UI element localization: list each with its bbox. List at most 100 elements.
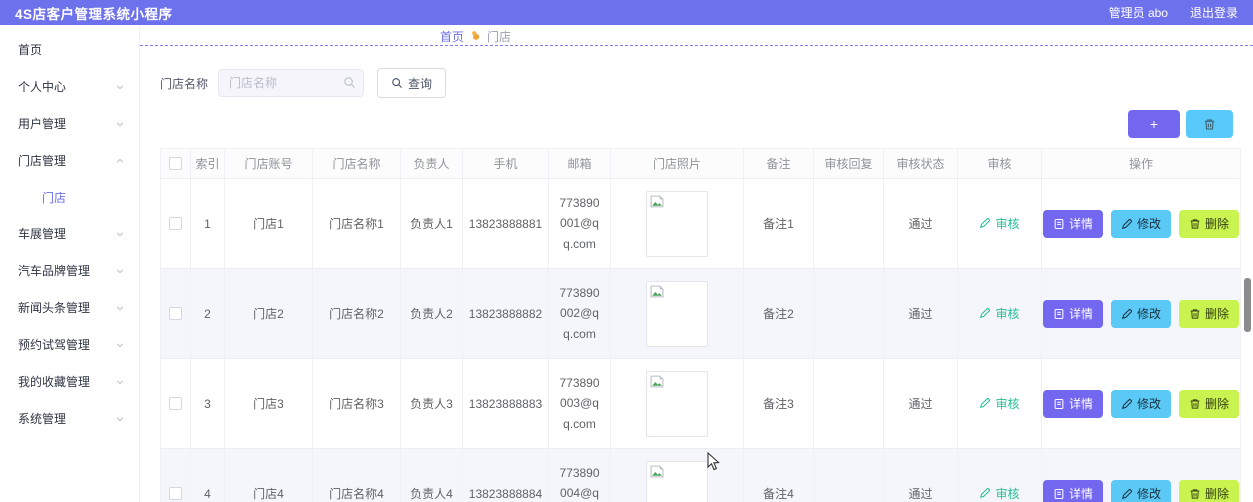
detail-button[interactable]: 详情 [1042, 209, 1103, 238]
row-checkbox[interactable] [169, 307, 182, 320]
trash-icon [1189, 488, 1201, 500]
select-all-checkbox[interactable] [169, 157, 182, 170]
sidebar-item-system-management[interactable]: 系统管理 [0, 400, 139, 437]
cell-index: 4 [190, 448, 225, 502]
sidebar-item-news-management[interactable]: 新闻头条管理 [0, 289, 139, 326]
main-content: 首页 门店 门店名称 查 [140, 25, 1253, 502]
cell-audit: 审核 [957, 448, 1042, 502]
cell-index: 2 [190, 268, 225, 359]
store-photo-box [646, 280, 708, 347]
table-row: 1 门店1 门店名称1 负责人1 13823888881 773890001@qq.com… [160, 178, 1241, 269]
sidebar-item-home[interactable]: 首页 [0, 31, 139, 68]
admin-user-label[interactable]: 管理员 abo [1109, 4, 1168, 21]
chevron-down-icon [115, 414, 125, 424]
row-actions: 详情 修改 删除 [1042, 389, 1240, 418]
app-title: 4S店客户管理系统小程序 [15, 6, 173, 22]
delete-button[interactable]: 删除 [1179, 389, 1240, 418]
cell-reply [813, 448, 884, 502]
audit-link[interactable]: 审核 [979, 395, 1020, 412]
row-checkbox-cell [160, 448, 191, 502]
sidebar-item-label: 预约试驾管理 [18, 338, 91, 352]
sidebar-item-user-management[interactable]: 用户管理 [0, 105, 139, 142]
document-icon [1053, 218, 1065, 230]
edit-button[interactable]: 修改 [1111, 389, 1172, 418]
edit-button[interactable]: 修改 [1111, 299, 1172, 328]
column-header: 审核回复 [813, 148, 884, 179]
breadcrumb-bar: 首页 门店 [140, 25, 1253, 46]
sidebar-item-label: 系统管理 [18, 412, 67, 426]
column-header: 审核 [957, 148, 1042, 179]
cell-email: 773890004@qq.com [548, 448, 611, 502]
cell-reply [813, 268, 884, 359]
trash-icon [1189, 398, 1201, 410]
row-checkbox[interactable] [169, 217, 182, 230]
column-header: 备注 [743, 148, 814, 179]
app-window: 4S店客户管理系统小程序 管理员 abo 退出登录 首页 个人中心 用户管理 门店管理… [0, 0, 1253, 502]
cell-actions: 详情 修改 删除 [1041, 358, 1241, 449]
sidebar-item-label: 首页 [18, 43, 43, 57]
sidebar-subitem-store[interactable]: 门店 [0, 179, 139, 215]
delete-button[interactable]: 删除 [1179, 299, 1240, 328]
sidebar-item-car-show-management[interactable]: 车展管理 [0, 215, 139, 252]
audit-link[interactable]: 审核 [979, 305, 1020, 322]
top-header: 4S店客户管理系统小程序 管理员 abo 退出登录 [0, 0, 1253, 25]
sidebar-item-test-drive-management[interactable]: 预约试驾管理 [0, 326, 139, 363]
cell-account: 门店1 [224, 178, 313, 269]
cell-owner: 负责人4 [400, 448, 463, 502]
detail-button-label: 详情 [1068, 487, 1093, 501]
search-label: 门店名称 [160, 76, 209, 91]
header-checkbox-cell [160, 148, 191, 179]
cell-photo [610, 178, 744, 269]
store-photo-box [646, 370, 708, 437]
cell-photo [610, 268, 744, 359]
chevron-up-icon [115, 156, 125, 166]
scrollbar-thumb[interactable] [1244, 278, 1251, 332]
pen-icon [979, 397, 991, 409]
add-button[interactable]: + [1128, 110, 1180, 138]
batch-delete-button[interactable] [1186, 110, 1233, 138]
document-icon [1053, 398, 1065, 410]
row-checkbox[interactable] [169, 487, 182, 500]
delete-button-label: 删除 [1205, 307, 1230, 321]
audit-link-label: 审核 [995, 396, 1020, 411]
sidebar-item-car-brand-management[interactable]: 汽车品牌管理 [0, 252, 139, 289]
row-checkbox[interactable] [169, 397, 182, 410]
delete-button[interactable]: 删除 [1179, 209, 1240, 238]
edit-button-label: 修改 [1137, 397, 1162, 411]
delete-button[interactable]: 删除 [1179, 479, 1240, 502]
detail-button[interactable]: 详情 [1042, 479, 1103, 502]
cell-index: 3 [190, 358, 225, 449]
sidebar-item-favorites-management[interactable]: 我的收藏管理 [0, 363, 139, 400]
pen-icon [1121, 308, 1133, 320]
sidebar-item-store-management[interactable]: 门店管理 [0, 142, 139, 179]
cell-account: 门店4 [224, 448, 313, 502]
cell-index: 1 [190, 178, 225, 269]
column-header: 门店照片 [610, 148, 744, 179]
sidebar-item-personal-center[interactable]: 个人中心 [0, 68, 139, 105]
detail-button[interactable]: 详情 [1042, 389, 1103, 418]
cell-status: 通过 [883, 358, 958, 449]
cell-owner: 负责人2 [400, 268, 463, 359]
query-button[interactable]: 查询 [377, 68, 447, 98]
cell-photo [610, 358, 744, 449]
store-name-input-wrap [218, 69, 365, 97]
table-row: 2 门店2 门店名称2 负责人2 13823888882 773890002@qq.com… [160, 268, 1241, 359]
breadcrumb-home[interactable]: 首页 [440, 28, 464, 45]
cell-reply [813, 358, 884, 449]
detail-button-label: 详情 [1068, 217, 1093, 231]
row-actions: 详情 修改 删除 [1042, 299, 1240, 328]
detail-button[interactable]: 详情 [1042, 299, 1103, 328]
detail-button-label: 详情 [1068, 307, 1093, 321]
logout-link[interactable]: 退出登录 [1190, 4, 1238, 21]
row-checkbox-cell [160, 178, 191, 269]
pen-icon [979, 217, 991, 229]
sidebar: 首页个人中心 用户管理 门店管理 门店 车展管理 汽车品牌管理 新闻头条管理预约试驾管理我的… [0, 25, 140, 502]
cell-photo [610, 448, 744, 502]
edit-button-label: 修改 [1137, 307, 1162, 321]
edit-button[interactable]: 修改 [1111, 209, 1172, 238]
edit-button[interactable]: 修改 [1111, 479, 1172, 502]
cell-phone: 13823888883 [462, 358, 549, 449]
audit-link[interactable]: 审核 [979, 485, 1020, 502]
table-row: 4门店4门店名称4负责人413823888884773890004@qq.com… [160, 448, 1241, 502]
audit-link[interactable]: 审核 [979, 215, 1020, 232]
